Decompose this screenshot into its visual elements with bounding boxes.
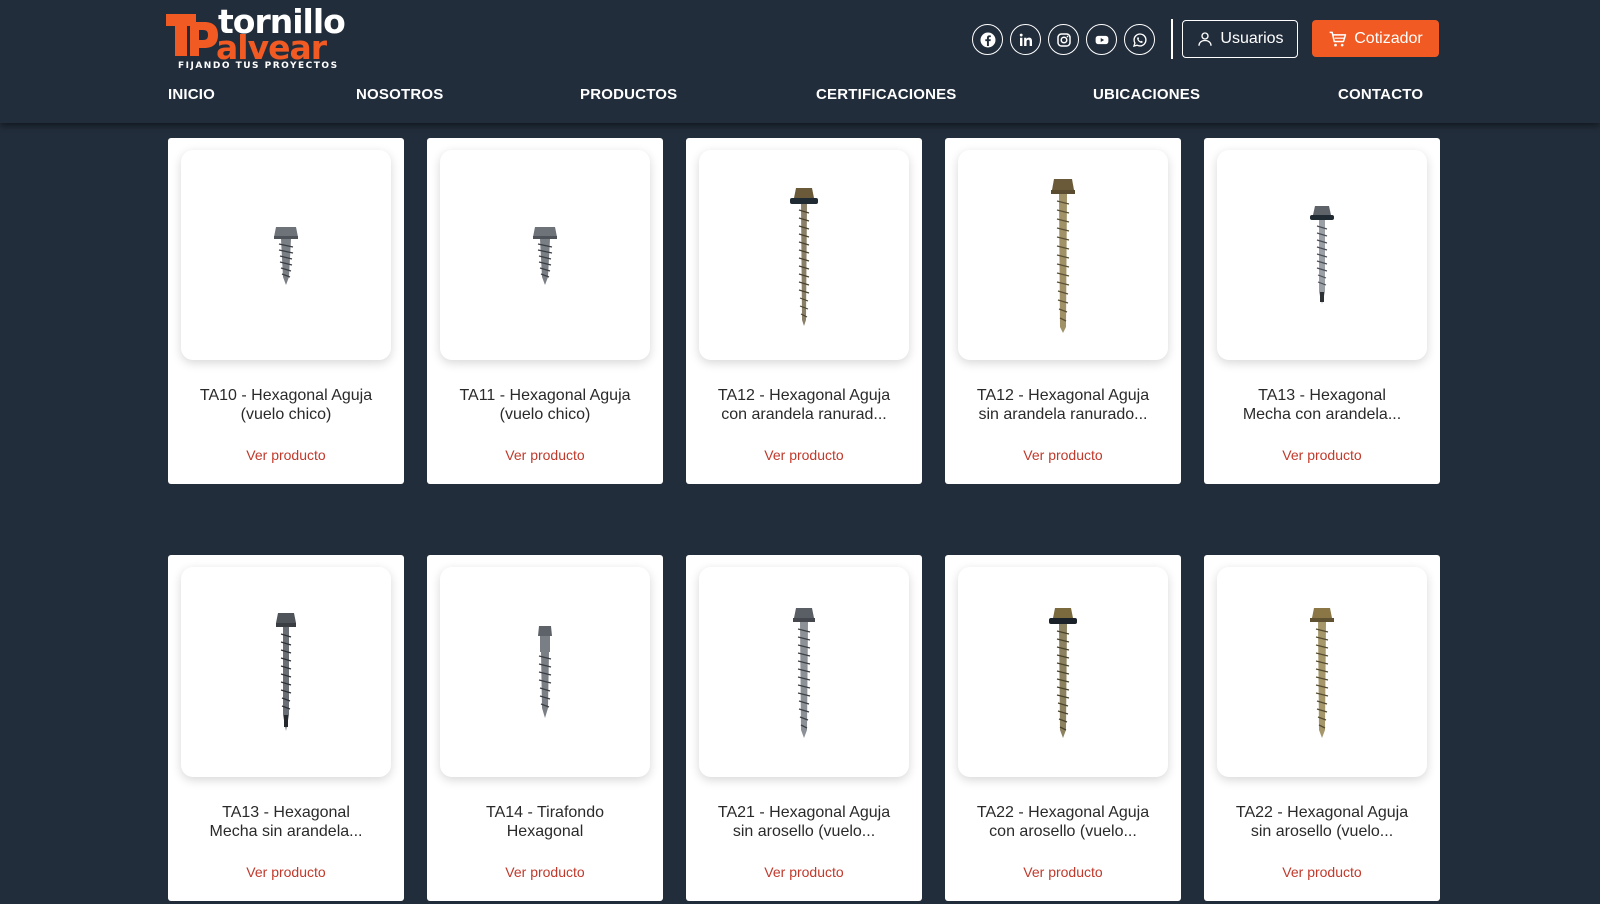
view-product-link[interactable]: Ver producto (686, 447, 922, 463)
nav-item-contacto[interactable]: CONTACTO (1338, 86, 1423, 103)
product-title: TA11 - Hexagonal Aguja (vuelo chico) (459, 387, 631, 423)
product-card[interactable]: TA12 - Hexagonal Aguja sin arandela ranu… (945, 138, 1181, 484)
product-title: TA13 - Hexagonal Mecha sin arandela... (209, 804, 363, 840)
product-title: TA12 - Hexagonal Aguja con arandela ranu… (717, 387, 891, 423)
site-logo[interactable]: tornillo alvear FIJANDO TUS PROYECTOS (166, 2, 346, 74)
product-image (1217, 567, 1427, 777)
view-product-link[interactable]: Ver producto (427, 864, 663, 880)
product-title: TA21 - Hexagonal Aguja sin arosello (vue… (717, 804, 891, 840)
linkedin-icon[interactable] (1010, 24, 1041, 55)
product-image (181, 567, 391, 777)
product-card[interactable]: TA14 - Tirafondo Hexagonal Ver producto (427, 555, 663, 901)
logo-mark-icon (166, 14, 218, 56)
nav-item-nosotros[interactable]: NOSOTROS (356, 86, 443, 103)
product-image (958, 567, 1168, 777)
product-image (958, 150, 1168, 360)
nav-item-ubicaciones[interactable]: UBICACIONES (1093, 86, 1200, 103)
product-card[interactable]: TA13 - Hexagonal Mecha sin arandela... V… (168, 555, 404, 901)
product-card[interactable]: TA12 - Hexagonal Aguja con arandela ranu… (686, 138, 922, 484)
instagram-icon[interactable] (1048, 24, 1079, 55)
product-title: TA14 - Tirafondo Hexagonal (486, 804, 604, 840)
youtube-icon[interactable] (1086, 24, 1117, 55)
product-image (181, 150, 391, 360)
users-button[interactable]: Usuarios (1182, 20, 1298, 58)
view-product-link[interactable]: Ver producto (686, 864, 922, 880)
nav-item-certificaciones[interactable]: CERTIFICACIONES (816, 86, 957, 103)
nav-item-inicio[interactable]: INICIO (168, 86, 215, 103)
user-icon (1198, 32, 1213, 46)
product-title: TA12 - Hexagonal Aguja sin arandela ranu… (976, 387, 1150, 423)
view-product-link[interactable]: Ver producto (1204, 864, 1440, 880)
header-divider (1171, 19, 1173, 59)
view-product-link[interactable]: Ver producto (1204, 447, 1440, 463)
facebook-icon[interactable] (972, 24, 1003, 55)
product-image (699, 150, 909, 360)
product-card[interactable]: TA10 - Hexagonal Aguja (vuelo chico) Ver… (168, 138, 404, 484)
product-image (699, 567, 909, 777)
product-title: TA13 - Hexagonal Mecha con arandela... (1242, 387, 1402, 423)
quote-button[interactable]: Cotizador (1312, 20, 1439, 57)
view-product-link[interactable]: Ver producto (427, 447, 663, 463)
product-image (440, 567, 650, 777)
users-button-label: Usuarios (1220, 30, 1284, 47)
main-nav: INICIO NOSOTROS PRODUCTOS CERTIFICACIONE… (0, 86, 1600, 110)
view-product-link[interactable]: Ver producto (168, 864, 404, 880)
product-image (440, 150, 650, 360)
logo-tagline: FIJANDO TUS PROYECTOS (178, 61, 339, 71)
product-card[interactable]: TA13 - Hexagonal Mecha con arandela... V… (1204, 138, 1440, 484)
site-header: tornillo alvear FIJANDO TUS PROYECTOS Us… (0, 0, 1600, 123)
whatsapp-icon[interactable] (1124, 24, 1155, 55)
product-grid: TA10 - Hexagonal Aguja (vuelo chico) Ver… (0, 0, 1600, 904)
view-product-link[interactable]: Ver producto (945, 864, 1181, 880)
view-product-link[interactable]: Ver producto (168, 447, 404, 463)
product-card[interactable]: TA22 - Hexagonal Aguja con arosello (vue… (945, 555, 1181, 901)
product-title: TA22 - Hexagonal Aguja sin arosello (vue… (1235, 804, 1409, 840)
product-title: TA22 - Hexagonal Aguja con arosello (vue… (976, 804, 1150, 840)
view-product-link[interactable]: Ver producto (945, 447, 1181, 463)
nav-item-productos[interactable]: PRODUCTOS (580, 86, 677, 103)
product-card[interactable]: TA11 - Hexagonal Aguja (vuelo chico) Ver… (427, 138, 663, 484)
product-card[interactable]: TA21 - Hexagonal Aguja sin arosello (vue… (686, 555, 922, 901)
social-links (972, 24, 1155, 55)
product-card[interactable]: TA22 - Hexagonal Aguja sin arosello (vue… (1204, 555, 1440, 901)
cart-icon (1329, 31, 1347, 46)
product-title: TA10 - Hexagonal Aguja (vuelo chico) (199, 387, 373, 423)
quote-button-label: Cotizador (1354, 29, 1423, 47)
product-image (1217, 150, 1427, 360)
